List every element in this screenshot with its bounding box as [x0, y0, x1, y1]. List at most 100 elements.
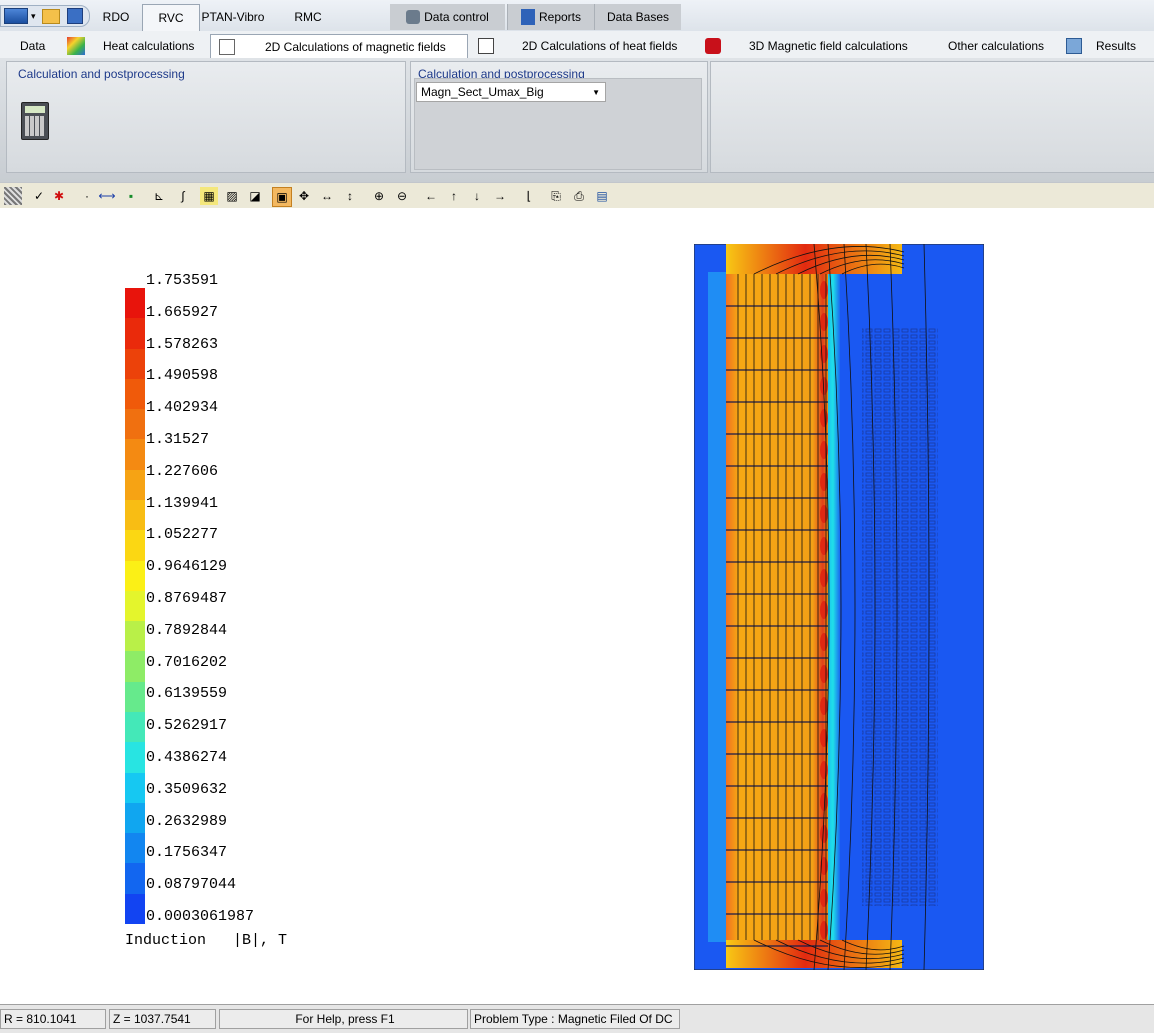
color-scale-bar — [125, 288, 145, 925]
arrow-down-icon[interactable]: ↓ — [468, 187, 486, 205]
tab-2d-heat-fields[interactable]: 2D Calculations of heat fields — [478, 34, 677, 57]
node-icon[interactable]: ▪ — [122, 187, 140, 205]
delete-points-icon[interactable]: ✱ — [50, 187, 68, 205]
tab-other-calculations[interactable]: Other calculations — [948, 34, 1044, 57]
color-scale-label: 1.402934 — [146, 399, 219, 417]
horizontal-arrows-icon[interactable]: ↔ — [318, 187, 336, 205]
tooth-tip — [820, 313, 828, 331]
color-scale-swatch — [125, 590, 145, 622]
tooth-tip — [820, 633, 828, 651]
color-scale-label: 1.31527 — [146, 431, 210, 448]
status-r: R = 810.1041 — [0, 1009, 106, 1029]
dots-grid-icon[interactable] — [4, 187, 22, 205]
ribbon-panel: Calculation and postprocessing Calculati… — [0, 58, 1154, 182]
color-scale-label: 0.08797044 — [146, 876, 237, 894]
save-disk-icon[interactable] — [66, 8, 83, 24]
field-plot-area[interactable]: 1.753591 1.665927 1.578263 1.490598 1.402934… — [0, 208, 1154, 1004]
heat-map-icon — [67, 36, 85, 55]
integral-icon[interactable]: ∫ — [174, 187, 192, 205]
legend-caption: Induction |B|, T — [125, 932, 288, 949]
tab-data[interactable]: Data — [20, 34, 45, 57]
color-scale-swatch — [125, 712, 145, 743]
graphics-toolbar: ✓ ✱ · ⟷ ▪ ⊾ ∫ ▦ ▨ ◪ ▣ ✥ ↔ ↕ ⊕ ⊖ ← ↑ ↓ → … — [0, 182, 1154, 209]
open-folder-icon[interactable] — [41, 8, 60, 24]
tab-rdo[interactable]: RDO — [90, 4, 142, 30]
calculation-select[interactable]: Magn_Sect_Umax_Big ▼ — [416, 82, 606, 102]
color-scale-swatch — [125, 318, 145, 350]
ribbon-tab-bar: Data Heat calculations 2D Calculations o… — [0, 31, 1154, 59]
axes-icon[interactable]: ⊾ — [150, 187, 168, 205]
ribbon-group-empty — [710, 61, 1154, 173]
tab-data-control[interactable]: Data control — [390, 4, 505, 30]
color-scale-swatch — [125, 500, 145, 531]
color-scale-label: 1.753591 — [146, 272, 219, 289]
color-scale-swatch — [125, 742, 145, 774]
tab-2d-magnetic-fields[interactable]: 2D Calculations of magnetic fields — [210, 34, 468, 58]
arrow-left-icon[interactable]: ← — [422, 187, 440, 205]
tab-rvc[interactable]: RVC — [142, 4, 200, 31]
coordinate-axes-icon[interactable]: ⌊ — [520, 187, 538, 205]
filter-funnel-icon — [1066, 37, 1082, 54]
status-z: Z = 1037.7541 — [109, 1009, 216, 1029]
tooth-tip — [820, 825, 828, 843]
tooth-tip — [820, 569, 828, 587]
tab-data-bases[interactable]: Data Bases — [594, 4, 681, 30]
color-scale-swatch — [125, 530, 145, 562]
table-icon[interactable]: ▤ — [593, 187, 611, 205]
tab-heat-calculations[interactable]: Heat calculations — [67, 34, 194, 57]
color-scale-label: 1.052277 — [146, 526, 219, 544]
color-scale-label: 1.665927 — [146, 303, 219, 321]
color-scale-label: 0.7892844 — [146, 621, 228, 639]
vertical-arrows-icon[interactable]: ↕ — [341, 187, 359, 205]
chart-axes-icon — [478, 37, 494, 54]
arrow-right-icon[interactable]: → — [491, 187, 509, 205]
color-scale-swatch — [125, 409, 145, 440]
color-scale-label: 0.2632989 — [146, 812, 228, 830]
chevron-down-icon[interactable]: ▼ — [592, 88, 600, 97]
tab-2d-heat-fields-label: 2D Calculations of heat fields — [522, 38, 678, 53]
tooth-tip — [820, 601, 828, 619]
print-icon[interactable]: ⎙ — [570, 187, 588, 205]
tooth-tip — [820, 697, 828, 715]
mesh-icon[interactable]: ▦ — [200, 187, 218, 205]
segment-icon[interactable]: ⟷ — [98, 187, 116, 205]
contour-icon[interactable]: ▣ — [272, 187, 292, 207]
color-scale-swatch — [125, 469, 145, 501]
tab-ptan-vibro[interactable]: PTAN-Vibro — [198, 4, 268, 30]
color-scale-label: 0.8769487 — [146, 590, 228, 607]
tab-rmc[interactable]: RMC — [268, 4, 348, 30]
tooth-tip — [820, 889, 828, 907]
magnetic-field-plot[interactable] — [694, 244, 984, 970]
tooth-tip — [820, 281, 828, 299]
color-scale-swatch — [125, 833, 145, 864]
color-scale-label: 1.490598 — [146, 367, 219, 385]
copy-icon[interactable]: ⎘ — [547, 187, 565, 205]
tooth-tip — [820, 537, 828, 555]
left-gap-region — [708, 272, 726, 942]
color-scale-label: 1.227606 — [146, 462, 219, 480]
color-scale-swatch — [125, 439, 145, 471]
calculator-icon[interactable] — [21, 102, 49, 140]
color-scale-label: 0.6139559 — [146, 685, 228, 703]
color-scale-swatch — [125, 288, 145, 319]
hatch-fill-icon[interactable]: ▨ — [223, 187, 241, 205]
app-menu-icon[interactable] — [4, 8, 28, 24]
color-scale-swatch — [125, 651, 145, 683]
zoom-in-icon[interactable]: ⊕ — [370, 187, 388, 205]
move-icon[interactable]: ✥ — [295, 187, 313, 205]
core-region — [726, 272, 828, 940]
hatch-outline-icon[interactable]: ◪ — [246, 187, 264, 205]
zoom-out-icon[interactable]: ⊖ — [393, 187, 411, 205]
dropdown-arrow-icon[interactable]: ▾ — [31, 11, 36, 22]
arrow-up-icon[interactable]: ↑ — [445, 187, 463, 205]
quick-access-toolbar: ▾ — [0, 5, 90, 27]
tab-reports[interactable]: Reports — [507, 4, 594, 30]
check-icon[interactable]: ✓ — [30, 187, 48, 205]
tab-reports-label: Reports — [538, 10, 582, 24]
color-scale-label: 1.139941 — [146, 494, 219, 512]
tab-results[interactable]: Results — [1066, 34, 1136, 57]
point-icon[interactable]: · — [78, 187, 96, 205]
tab-3d-magnetic-fields[interactable]: 3D Magnetic field calculations — [705, 34, 908, 57]
tab-rvc-label: RVC — [158, 11, 184, 25]
tooth-tip — [820, 409, 828, 427]
